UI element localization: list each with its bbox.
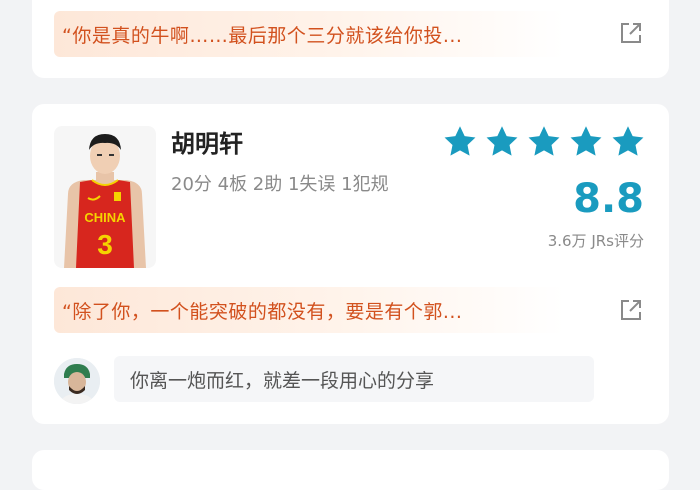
quote-row[interactable]: “除了你，一个能突破的都没有，要是有个郭...	[54, 286, 659, 334]
star-icon[interactable]	[610, 124, 646, 160]
jersey-text: CHINA	[84, 210, 126, 225]
rating-card-previous: “你是真的牛啊……最后那个三分就该给你投...	[32, 0, 669, 78]
star-icon[interactable]	[526, 124, 562, 160]
quote-box[interactable]: “除了你，一个能突破的都没有，要是有个郭...	[54, 287, 564, 333]
player-rating-card: CHINA 3 胡明轩 20分 4板 2助 1失误 1犯规 8.8 3.6万 J…	[32, 104, 669, 424]
star-icon[interactable]	[442, 124, 478, 160]
quote-text: “你是真的牛啊……最后那个三分就该给你投...	[62, 24, 463, 47]
share-icon[interactable]	[619, 298, 643, 322]
player-stats: 20分 4板 2助 1失误 1犯规	[171, 174, 389, 195]
comment-input[interactable]: 你离一炮而红，就差一段用心的分享	[114, 356, 594, 402]
jersey-number: 3	[97, 229, 113, 260]
quote-row[interactable]: “你是真的牛啊……最后那个三分就该给你投...	[54, 10, 659, 58]
player-avatar-image: CHINA 3	[64, 134, 146, 268]
avatar-image	[54, 358, 100, 404]
user-avatar[interactable]	[54, 358, 100, 404]
star-icon[interactable]	[484, 124, 520, 160]
share-icon[interactable]	[619, 21, 643, 45]
star-icon[interactable]	[568, 124, 604, 160]
quote-text: “除了你，一个能突破的都没有，要是有个郭...	[62, 300, 463, 323]
player-photo[interactable]: CHINA 3	[54, 126, 156, 268]
rating-card-next	[32, 450, 669, 490]
quote-box[interactable]: “你是真的牛啊……最后那个三分就该给你投...	[54, 11, 564, 57]
star-rating[interactable]	[442, 124, 646, 160]
comment-row: 你离一炮而红，就差一段用心的分享	[54, 354, 644, 406]
player-name[interactable]: 胡明轩	[171, 124, 243, 159]
rating-count: 3.6万 JRs评分	[547, 232, 644, 250]
rating-score: 8.8	[573, 176, 644, 222]
